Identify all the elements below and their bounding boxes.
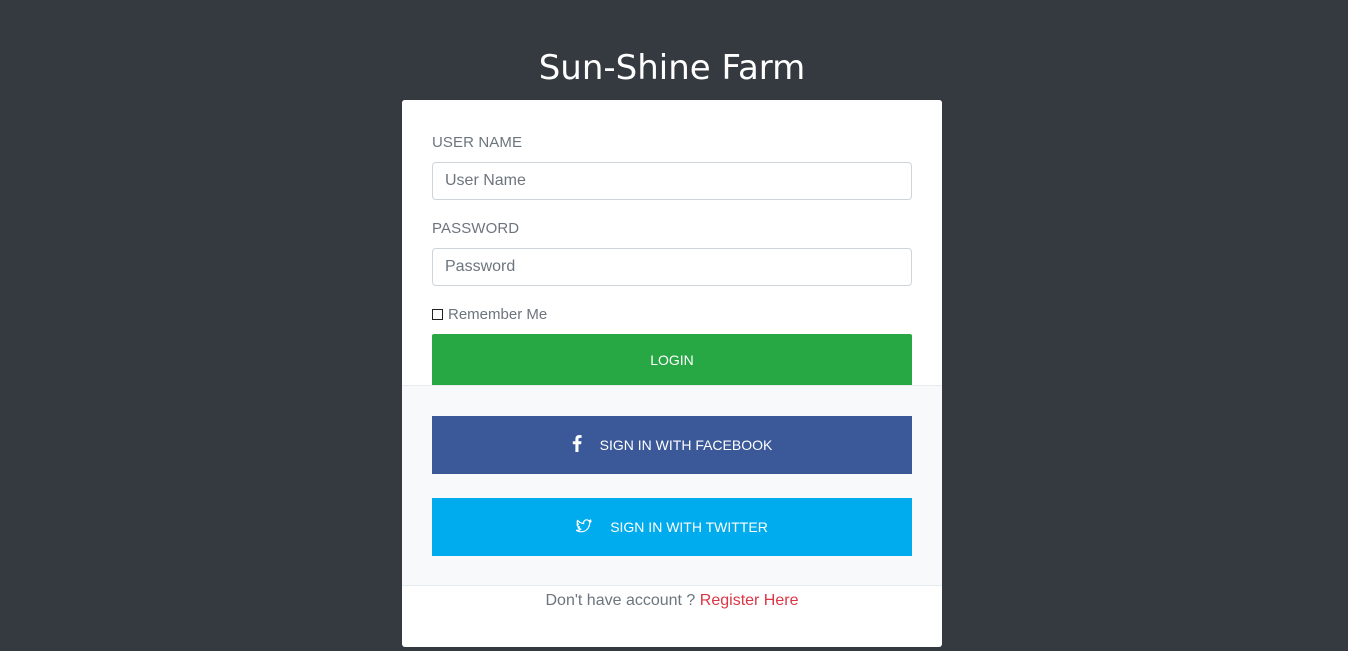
facebook-icon (572, 435, 582, 455)
login-button[interactable]: LOGIN (432, 334, 912, 385)
username-input[interactable] (432, 162, 912, 200)
login-card: USER NAME PASSWORD Remember Me LOGIN SIG… (402, 100, 942, 647)
twitter-signin-label: SIGN IN WITH TWITTER (610, 519, 768, 535)
page-title: Sun-Shine Farm (538, 48, 806, 88)
password-label: PASSWORD (432, 220, 520, 237)
remember-me-label: Remember Me (448, 306, 548, 323)
twitter-signin-button[interactable]: SIGN IN WITH TWITTER (432, 498, 912, 556)
register-prompt: Don't have account ? (545, 592, 696, 609)
remember-me-row: Remember Me (432, 306, 547, 323)
register-footer: Don't have account ? Register Here (402, 586, 942, 610)
register-link[interactable]: Register Here (700, 592, 799, 609)
social-login-section: SIGN IN WITH FACEBOOK SIGN IN WITH TWITT… (402, 385, 942, 586)
facebook-signin-label: SIGN IN WITH FACEBOOK (599, 437, 773, 453)
password-input[interactable] (432, 248, 912, 286)
login-form: USER NAME PASSWORD Remember Me LOGIN (402, 100, 942, 385)
login-button-label: LOGIN (650, 351, 694, 368)
facebook-signin-button[interactable]: SIGN IN WITH FACEBOOK (432, 416, 912, 474)
remember-me-checkbox[interactable] (432, 309, 443, 320)
username-label: USER NAME (432, 134, 523, 151)
twitter-icon (576, 518, 592, 536)
